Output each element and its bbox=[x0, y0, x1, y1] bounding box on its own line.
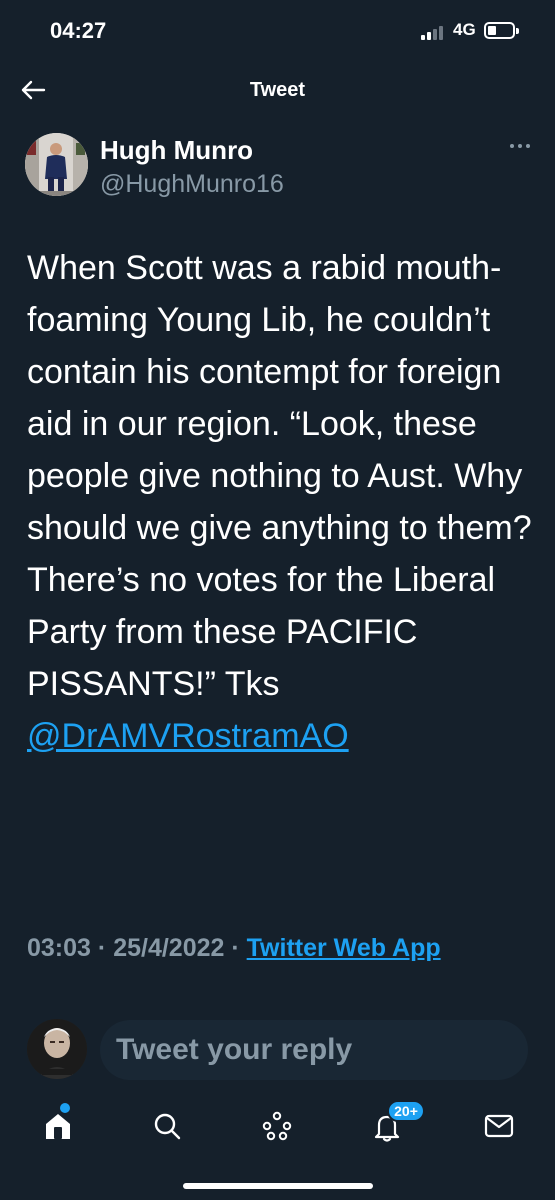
status-time: 04:27 bbox=[50, 18, 107, 43]
home-icon[interactable] bbox=[40, 1108, 76, 1144]
author-photo bbox=[25, 133, 88, 196]
home-indicator[interactable] bbox=[183, 1183, 373, 1189]
author-handle[interactable]: @HughMunro16 bbox=[100, 170, 284, 199]
tweet-time: 03:03 bbox=[27, 934, 91, 962]
tweet-detail-screen: 04:27 4G Tweet Hugh Munro @HughMunro16 W… bbox=[0, 0, 555, 1200]
nav-header: Tweet bbox=[0, 60, 555, 120]
reply-bar bbox=[0, 1016, 555, 1086]
tweet-body: When Scott was a rabid mouth-foaming You… bbox=[27, 249, 532, 703]
user-avatar[interactable] bbox=[27, 1019, 87, 1079]
tweet-mention-link[interactable]: @DrAMVRostramAO bbox=[27, 717, 349, 755]
reply-input[interactable] bbox=[100, 1020, 528, 1080]
tweet-text: When Scott was a rabid mouth-foaming You… bbox=[27, 242, 542, 762]
battery-icon bbox=[484, 22, 519, 39]
spaces-icon[interactable] bbox=[259, 1108, 295, 1144]
messages-icon[interactable] bbox=[481, 1108, 517, 1144]
user-photo bbox=[27, 1019, 87, 1079]
author-name[interactable]: Hugh Munro bbox=[100, 135, 253, 166]
network-type: 4G bbox=[453, 20, 476, 39]
meta-separator: · bbox=[231, 934, 240, 962]
meta-separator: · bbox=[97, 934, 107, 962]
page-title: Tweet bbox=[249, 79, 306, 101]
notifications-badge: 20+ bbox=[387, 1100, 425, 1122]
home-new-dot bbox=[60, 1103, 70, 1113]
tweet-author: Hugh Munro @HughMunro16 bbox=[0, 130, 555, 205]
search-icon[interactable] bbox=[149, 1108, 185, 1144]
status-bar: 04:27 4G bbox=[0, 0, 555, 60]
tweet-date: 25/4/2022 bbox=[113, 934, 225, 962]
more-options-icon[interactable] bbox=[508, 142, 532, 150]
tweet-source-link[interactable]: Twitter Web App bbox=[247, 934, 441, 962]
tweet-meta: 03:03 · 25/4/2022 · Twitter Web App bbox=[27, 930, 537, 966]
author-avatar[interactable] bbox=[25, 133, 88, 196]
bottom-tab-bar: 20+ bbox=[0, 1098, 555, 1158]
signal-icon bbox=[421, 24, 449, 40]
